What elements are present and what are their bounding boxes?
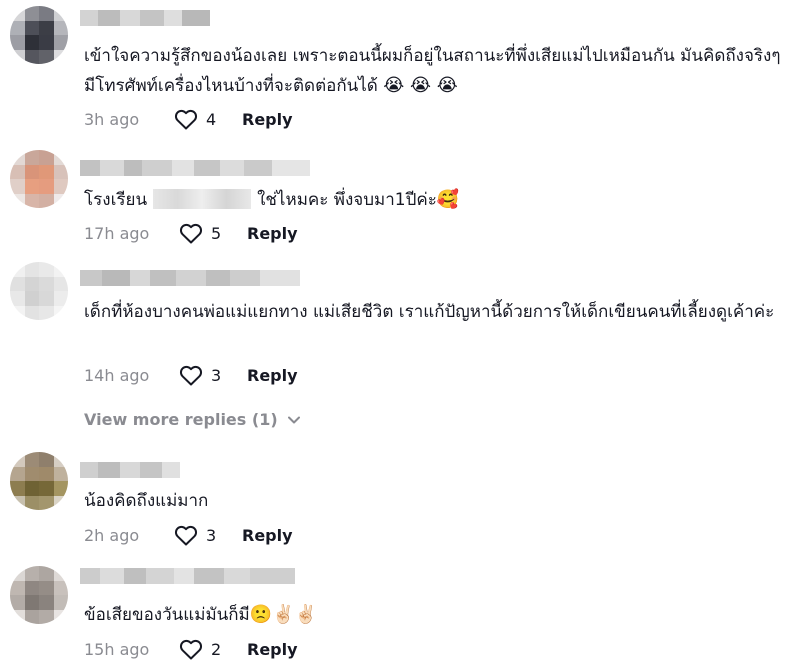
like-count: 5 — [211, 223, 222, 243]
comment-text: ข้อเสียของวันแม่มันก็มี🙁✌🏻✌🏻 — [84, 604, 318, 625]
like-count: 3 — [211, 365, 222, 385]
crying-face-emoji: 😭 😭 😭 — [383, 75, 458, 96]
comment-timestamp: 2h ago — [84, 525, 140, 545]
reply-button[interactable]: Reply — [242, 526, 293, 545]
heart-outline-icon — [179, 223, 203, 244]
avatar[interactable] — [10, 262, 68, 320]
like-count: 2 — [211, 639, 222, 659]
comment-meta: 14h ago 3 Reply — [84, 364, 298, 386]
heart-outline-icon — [174, 525, 198, 546]
like-button[interactable]: 4 — [174, 108, 246, 130]
heart-outline-icon — [179, 365, 203, 386]
username-redacted[interactable] — [80, 568, 295, 584]
comment-meta: 17h ago 5 Reply — [84, 222, 298, 244]
comment-text: โรงเรียน ใช่ไหมคะ พึ่งจบมา1ปีค่ะ🥰 — [84, 189, 460, 210]
smiling-face-hearts-emoji: 🥰 — [436, 189, 460, 210]
reply-button[interactable]: Reply — [247, 640, 298, 659]
comment-meta: 2h ago 3 Reply — [84, 524, 293, 546]
reply-button[interactable]: Reply — [247, 366, 298, 385]
view-more-replies-button[interactable]: View more replies (1) — [84, 410, 300, 429]
comment-text: เด็กที่ห้องบางคนพ่อแม่แยกทาง แม่เสียชีวิ… — [84, 302, 775, 322]
avatar[interactable] — [10, 150, 68, 208]
like-button[interactable]: 5 — [179, 222, 251, 244]
comment-timestamp: 3h ago — [84, 109, 140, 129]
username-redacted[interactable] — [80, 462, 180, 478]
comment-timestamp: 14h ago — [84, 365, 150, 385]
view-more-label: View more replies (1) — [84, 410, 278, 429]
comment-timestamp: 15h ago — [84, 639, 150, 659]
like-button[interactable]: 2 — [179, 638, 251, 660]
like-button[interactable]: 3 — [174, 524, 246, 546]
comment-meta: 3h ago 4 Reply — [84, 108, 293, 130]
like-count: 3 — [206, 525, 217, 545]
like-button[interactable]: 3 — [179, 364, 251, 386]
comment-timestamp: 17h ago — [84, 223, 150, 243]
chevron-down-icon — [287, 416, 300, 423]
reply-button[interactable]: Reply — [247, 224, 298, 243]
avatar[interactable] — [10, 6, 68, 64]
username-redacted[interactable] — [80, 270, 300, 286]
comment-meta: 15h ago 2 Reply — [84, 638, 298, 660]
avatar[interactable] — [10, 452, 68, 510]
heart-outline-icon — [174, 109, 198, 130]
comment-text: น้องคิดถึงแม่มาก — [84, 491, 209, 511]
heart-outline-icon — [179, 639, 203, 660]
comment-list: เข้าใจความรู้สึกของน้องเลย เพราะตอนนี้ผม… — [0, 0, 800, 665]
username-redacted[interactable] — [80, 10, 210, 26]
slightly-frowning-victory-emoji: 🙁✌🏻✌🏻 — [249, 604, 318, 625]
reply-button[interactable]: Reply — [242, 110, 293, 129]
username-redacted[interactable] — [80, 160, 310, 176]
school-name-redacted — [153, 189, 252, 209]
avatar[interactable] — [10, 566, 68, 624]
comment-text: เข้าใจความรู้สึกของน้องเลย เพราะตอนนี้ผม… — [84, 46, 781, 96]
like-count: 4 — [206, 109, 217, 129]
